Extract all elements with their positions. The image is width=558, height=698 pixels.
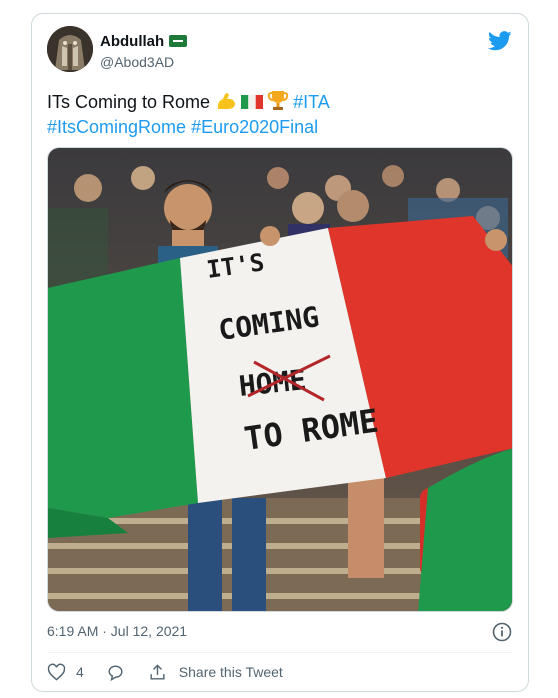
heart-icon	[47, 663, 66, 681]
tweet-actions: 4 Share this Tweet	[47, 662, 283, 682]
hashtag-euro2020final[interactable]: #Euro2020Final	[191, 117, 318, 137]
author-name-text: Abdullah	[100, 33, 165, 50]
tweet-card[interactable]: Abdullah @Abod3AD ITs Coming to Rome #IT…	[31, 13, 529, 692]
flexed-biceps-icon	[217, 93, 236, 109]
share-button[interactable]: Share this Tweet	[148, 663, 283, 682]
avatar-image	[47, 26, 93, 72]
reply-button[interactable]	[106, 663, 125, 682]
photo-image: IT'S COMING HOME TO ROME	[48, 148, 512, 611]
hashtag-ita[interactable]: #ITA	[293, 92, 330, 112]
author-name[interactable]: Abdullah	[100, 33, 188, 50]
saudi-flag-icon	[169, 35, 188, 47]
italian-flag-icon	[241, 95, 264, 109]
hashtag-itscomingrome[interactable]: #ItsComingRome	[47, 117, 186, 137]
info-icon[interactable]	[492, 622, 512, 642]
tweet-text: ITs Coming to Rome #ITA #ItsComingRome #…	[47, 89, 517, 140]
avatar[interactable]	[47, 26, 93, 72]
twitter-bird-icon[interactable]	[488, 30, 512, 52]
like-count: 4	[76, 664, 84, 680]
tweet-text-plain: ITs Coming to Rome	[47, 92, 216, 112]
share-icon	[150, 663, 165, 680]
like-button[interactable]: 4	[47, 663, 106, 682]
author-handle[interactable]: @Abod3AD	[100, 54, 174, 70]
reply-bubble-icon	[108, 664, 123, 681]
tweet-photo[interactable]: IT'S COMING HOME TO ROME	[47, 147, 513, 612]
share-label: Share this Tweet	[178, 664, 283, 680]
trophy-icon	[267, 91, 289, 110]
divider	[47, 652, 513, 653]
tweet-timestamp[interactable]: 6:19 AM · Jul 12, 2021	[47, 623, 187, 639]
